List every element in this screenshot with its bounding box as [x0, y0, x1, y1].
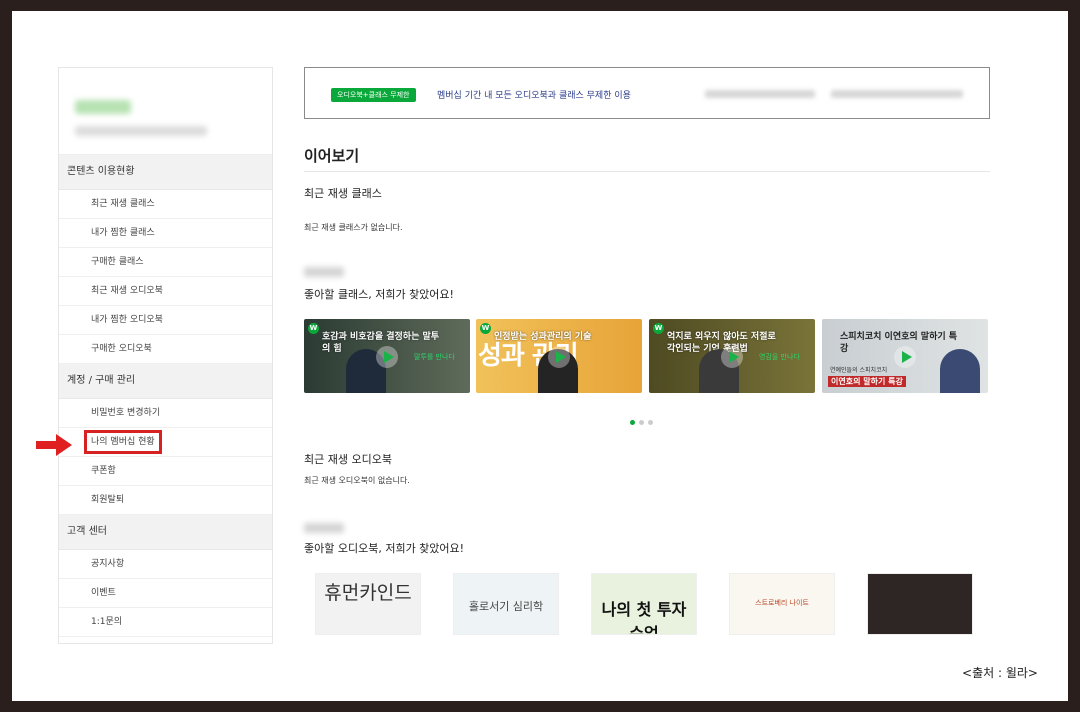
sidebar-item-label: 회원탈퇴: [91, 495, 125, 505]
sidebar-item-label: 공지사항: [91, 559, 125, 569]
carousel-dot[interactable]: [630, 420, 635, 425]
sidebar-item-change-password[interactable]: 비밀번호 변경하기: [59, 399, 272, 428]
class-card-sidetext: 영감을 만나다: [759, 353, 800, 361]
user-profile: [59, 68, 272, 155]
willa-logo-icon: W: [308, 323, 319, 334]
audiobook-cover[interactable]: 홀로서기 심리학: [454, 574, 558, 634]
carousel-dot[interactable]: [639, 420, 644, 425]
audiobook-recommend-heading: 좋아할 오디오북, 저희가 찾았어요!: [304, 542, 465, 555]
willa-logo-icon: W: [653, 323, 664, 334]
screenshot-frame: 콘텐츠 이용현황 최근 재생 클래스 내가 찜한 클래스 구매한 클래스 최근 …: [12, 11, 1068, 701]
recent-audiobooks-heading: 최근 재생 오디오북: [304, 453, 392, 466]
class-card[interactable]: W 성과 관리 인정받는 성과관리의 기술: [476, 319, 642, 393]
class-card-sidetext: 말투를 만나다: [414, 353, 455, 361]
class-card[interactable]: W 억지로 외우지 않아도 저절로 각인되는 기억 훈련법 영감을 만나다: [649, 319, 815, 393]
sidebar-item-label: 내가 찜한 클래스: [91, 228, 155, 238]
play-icon[interactable]: [894, 346, 916, 368]
class-card[interactable]: W 호감과 비호감을 결정하는 말투의 힘 말투를 만나다: [304, 319, 470, 393]
section-account-purchase: 계정 / 구매 관리: [59, 364, 272, 399]
sidebar-item-inquiry[interactable]: 1:1문의: [59, 608, 272, 637]
carousel-dot[interactable]: [648, 420, 653, 425]
sidebar-item-notices[interactable]: 공지사항: [59, 550, 272, 579]
sidebar-item-label: 비밀번호 변경하기: [91, 408, 161, 418]
book-title: 나의 첫 투자 수업: [601, 600, 687, 634]
play-icon[interactable]: [548, 346, 570, 368]
page-title: 이어보기: [304, 147, 360, 165]
sidebar-item-label: 1:1문의: [91, 617, 123, 627]
class-card-subtext: 연예인들의 스피치코치: [830, 367, 888, 374]
divider: [304, 171, 990, 172]
sidebar-item-label: 최근 재생 오디오북: [91, 286, 163, 296]
banner-info-blurred: [831, 90, 963, 98]
sidebar-item-recent-audiobooks[interactable]: 최근 재생 오디오북: [59, 277, 272, 306]
sidebar-item-label: 구매한 오디오북: [91, 344, 152, 354]
book-title: 스트로베리 나이트: [755, 599, 809, 607]
source-caption: <출처 : 윌라>: [962, 666, 1038, 680]
class-recommend-heading: 좋아할 클래스, 저희가 찾았어요!: [304, 288, 454, 301]
book-title: 홀로서기 심리학: [468, 600, 544, 613]
instructor-photo: [940, 349, 980, 393]
main-content: 오디오북+클래스 무제한 멤버십 기간 내 모든 오디오북과 클래스 무제한 이…: [304, 67, 990, 634]
banner-info-blurred: [705, 90, 815, 98]
class-card-tag: 이연호의 말하기 특강: [828, 376, 906, 387]
recent-classes-empty: 최근 재생 클래스가 없습니다.: [304, 223, 403, 232]
play-icon[interactable]: [721, 346, 743, 368]
account-sidebar: 콘텐츠 이용현황 최근 재생 클래스 내가 찜한 클래스 구매한 클래스 최근 …: [58, 67, 273, 644]
audiobook-cover[interactable]: [868, 574, 972, 634]
audiobook-cover[interactable]: 휴먼카인드: [316, 574, 420, 634]
sidebar-item-purchased-classes[interactable]: 구매한 클래스: [59, 248, 272, 277]
nickname-blurred: [304, 267, 344, 277]
sidebar-item-purchased-audiobooks[interactable]: 구매한 오디오북: [59, 335, 272, 364]
sidebar-item-recent-classes[interactable]: 최근 재생 클래스: [59, 190, 272, 219]
sidebar-item-label: 쿠폰함: [91, 466, 116, 476]
sidebar-item-coupons[interactable]: 쿠폰함: [59, 457, 272, 486]
sidebar-item-label: 나의 멤버십 현황: [84, 430, 162, 454]
sidebar-item-label: 이벤트: [91, 588, 116, 598]
sidebar-item-events[interactable]: 이벤트: [59, 579, 272, 608]
sidebar-item-label: 최근 재생 클래스: [91, 199, 155, 209]
audiobook-cover[interactable]: 스트로베리 나이트: [730, 574, 834, 634]
user-name-blurred: [75, 100, 131, 114]
sidebar-item-label: 구매한 클래스: [91, 257, 144, 267]
nickname-blurred: [304, 523, 344, 533]
class-card-title: 인정받는 성과관리의 기술: [494, 332, 592, 342]
section-customer-center: 고객 센터: [59, 515, 272, 550]
recent-audiobooks-empty: 최근 재생 오디오북이 없습니다.: [304, 476, 410, 485]
class-card[interactable]: 스피치코치 이연호의 말하기 특강 연예인들의 스피치코치 이연호의 말하기 특…: [822, 319, 988, 393]
class-carousel: W 호감과 비호감을 결정하는 말투의 힘 말투를 만나다 W 성과 관리 인정…: [304, 319, 990, 393]
audiobook-cover[interactable]: 나의 첫 투자 수업: [592, 574, 696, 634]
carousel-pagination: [630, 410, 657, 429]
red-arrow-icon: [36, 434, 72, 456]
play-icon[interactable]: [376, 346, 398, 368]
section-content-usage: 콘텐츠 이용현황: [59, 155, 272, 190]
sidebar-item-liked-classes[interactable]: 내가 찜한 클래스: [59, 219, 272, 248]
membership-banner[interactable]: 오디오북+클래스 무제한 멤버십 기간 내 모든 오디오북과 클래스 무제한 이…: [304, 67, 990, 119]
banner-text: 멤버십 기간 내 모든 오디오북과 클래스 무제한 이용: [437, 91, 631, 101]
willa-logo-icon: W: [480, 323, 491, 334]
sidebar-item-withdraw[interactable]: 회원탈퇴: [59, 486, 272, 515]
book-title: 휴먼카인드: [324, 582, 412, 604]
sidebar-item-liked-audiobooks[interactable]: 내가 찜한 오디오북: [59, 306, 272, 335]
sidebar-item-label: 내가 찜한 오디오북: [91, 315, 163, 325]
user-email-blurred: [75, 126, 207, 136]
unlimited-badge: 오디오북+클래스 무제한: [331, 88, 416, 102]
sidebar-item-membership-status[interactable]: 나의 멤버십 현황: [59, 428, 272, 457]
recent-classes-heading: 최근 재생 클래스: [304, 187, 382, 200]
audiobook-list: 휴먼카인드 홀로서기 심리학 나의 첫 투자 수업 스트로베리 나이트: [316, 574, 996, 634]
